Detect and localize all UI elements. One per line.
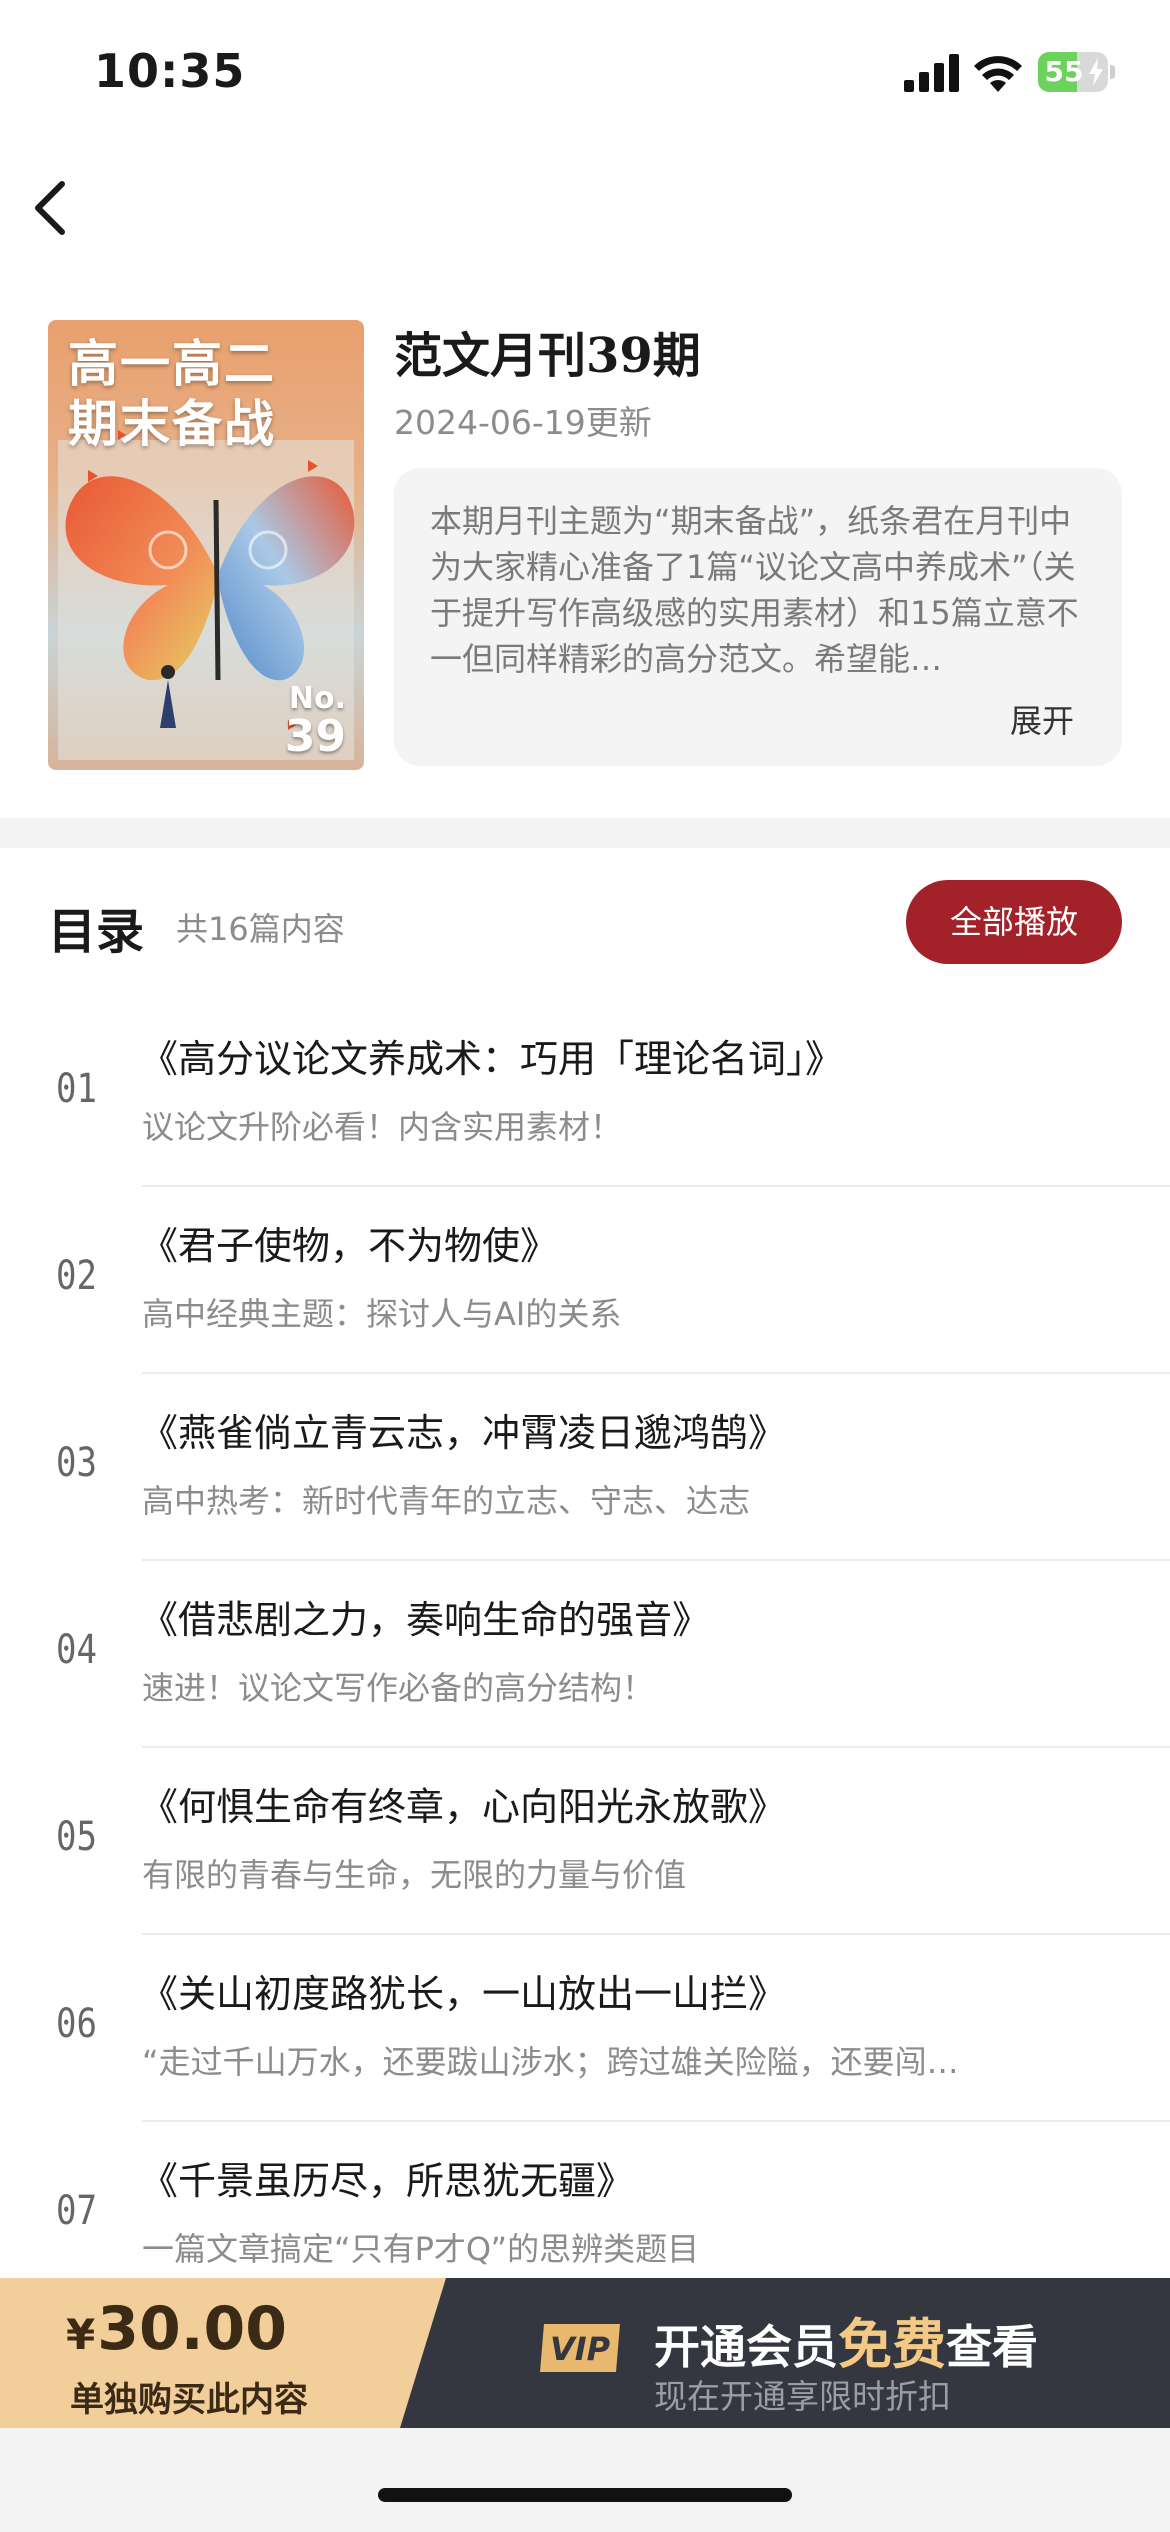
item-number: 05 (56, 1814, 97, 1860)
item-number: 04 (56, 1627, 97, 1673)
battery-indicator: 55 (1038, 52, 1115, 92)
item-title: 《借悲剧之力，奏响生命的强音》 (140, 1598, 711, 1642)
item-number: 03 (56, 1440, 97, 1486)
list-item[interactable]: 02 《君子使物，不为物使》 高中经典主题：探讨人与AI的关系 (0, 1187, 1170, 1374)
list-item[interactable]: 01 《高分议论文养成术：巧用「理论名词」》 议论文升阶必看！内含实用素材！ (0, 1000, 1170, 1187)
section-divider (0, 818, 1170, 848)
purchase-bar: ¥30.00 单独购买此内容 VIP 开通会员免费查看 现在开通享限时折扣 (0, 2278, 1170, 2428)
battery-percent: 55 (1044, 55, 1084, 88)
list-item[interactable]: 04 《借悲剧之力，奏响生命的强音》 速进！议论文写作必备的高分结构！ (0, 1561, 1170, 1748)
cover-issue-number: No. 39 (284, 681, 346, 762)
home-indicator[interactable] (378, 2488, 792, 2502)
back-arrow-icon[interactable] (20, 170, 90, 246)
list-item[interactable]: 06 《关山初度路犹长，一山放出一山拦》 “走过千山万水，还要跋山涉水；跨过雄关… (0, 1935, 1170, 2122)
magazine-description: 本期月刊主题为“期末备战”，纸条君在月刊中为大家精心准备了1篇“议论文高中养成术… (430, 502, 1079, 678)
status-bar: 10:35 55 (0, 0, 1170, 140)
item-title: 《千景虽历尽，所思犹无疆》 (140, 2159, 635, 2203)
item-title: 《高分议论文养成术：巧用「理论名词」》 (140, 1037, 844, 1081)
item-subtitle: 一篇文章搞定“只有P才Q”的思辨类题目 (142, 2230, 700, 2268)
item-subtitle: 高中热考：新时代青年的立志、守志、达志 (142, 1482, 751, 1520)
toc-count: 共16篇内容 (176, 910, 345, 948)
vip-discount-text: 现在开通享限时折扣 (654, 2377, 951, 2416)
item-title: 《君子使物，不为物使》 (140, 1224, 559, 1268)
magazine-update-date: 2024-06-19更新 (394, 403, 652, 442)
item-subtitle: “走过千山万水，还要跋山涉水；跨过雄关险隘，还要闯… (142, 2043, 959, 2081)
cellular-signal-icon (904, 54, 959, 92)
expand-button[interactable]: 展开 (1010, 696, 1074, 742)
vip-badge-icon: VIP (540, 2324, 620, 2372)
item-number: 07 (56, 2188, 97, 2234)
toc-title: 目录 (48, 904, 145, 960)
item-subtitle: 高中经典主题：探讨人与AI的关系 (142, 1295, 622, 1333)
item-subtitle: 速进！议论文写作必备的高分结构！ (142, 1669, 655, 1707)
buy-label: 单独购买此内容 (70, 2380, 308, 2420)
description-box: 本期月刊主题为“期末备战”，纸条君在月刊中为大家精心准备了1篇“议论文高中养成术… (394, 468, 1122, 766)
charging-bolt-icon (1089, 58, 1103, 86)
item-subtitle: 有限的青春与生命，无限的力量与价值 (142, 1856, 687, 1894)
item-number: 06 (56, 2001, 97, 2047)
list-item[interactable]: 03 《燕雀倘立青云志，冲霄凌日邈鸿鹄》 高中热考：新时代青年的立志、守志、达志 (0, 1374, 1170, 1561)
list-item[interactable]: 05 《何惧生命有终章，心向阳光永放歌》 有限的青春与生命，无限的力量与价值 (0, 1748, 1170, 1935)
item-title: 《燕雀倘立青云志，冲霄凌日邈鸿鹄》 (140, 1411, 787, 1455)
cover-title: 高一高二 期末备战 (68, 334, 276, 453)
price: ¥30.00 (66, 2294, 288, 2364)
item-number: 02 (56, 1253, 97, 1299)
page: 10:35 55 高一高二 期末备战 No. 39 范文月刊39期 2024-0… (0, 0, 1170, 2532)
home-indicator-area (0, 2428, 1170, 2532)
magazine-cover-image: 高一高二 期末备战 No. 39 (48, 320, 364, 770)
item-number: 01 (56, 1066, 97, 1112)
item-title: 《何惧生命有终章，心向阳光永放歌》 (140, 1785, 787, 1829)
play-all-button[interactable]: 全部播放 (906, 880, 1122, 964)
vip-headline: 开通会员免费查看 (654, 2313, 1038, 2376)
svg-text:VIP: VIP (550, 2330, 611, 2368)
item-subtitle: 议论文升阶必看！内含实用素材！ (142, 1108, 623, 1146)
toc-list: 01 《高分议论文养成术：巧用「理论名词」》 议论文升阶必看！内含实用素材！ 0… (0, 1000, 1170, 2309)
item-title: 《关山初度路犹长，一山放出一山拦》 (140, 1972, 787, 2016)
status-time: 10:35 (94, 44, 246, 98)
wifi-icon (974, 56, 1022, 92)
magazine-title: 范文月刊39期 (394, 328, 701, 384)
